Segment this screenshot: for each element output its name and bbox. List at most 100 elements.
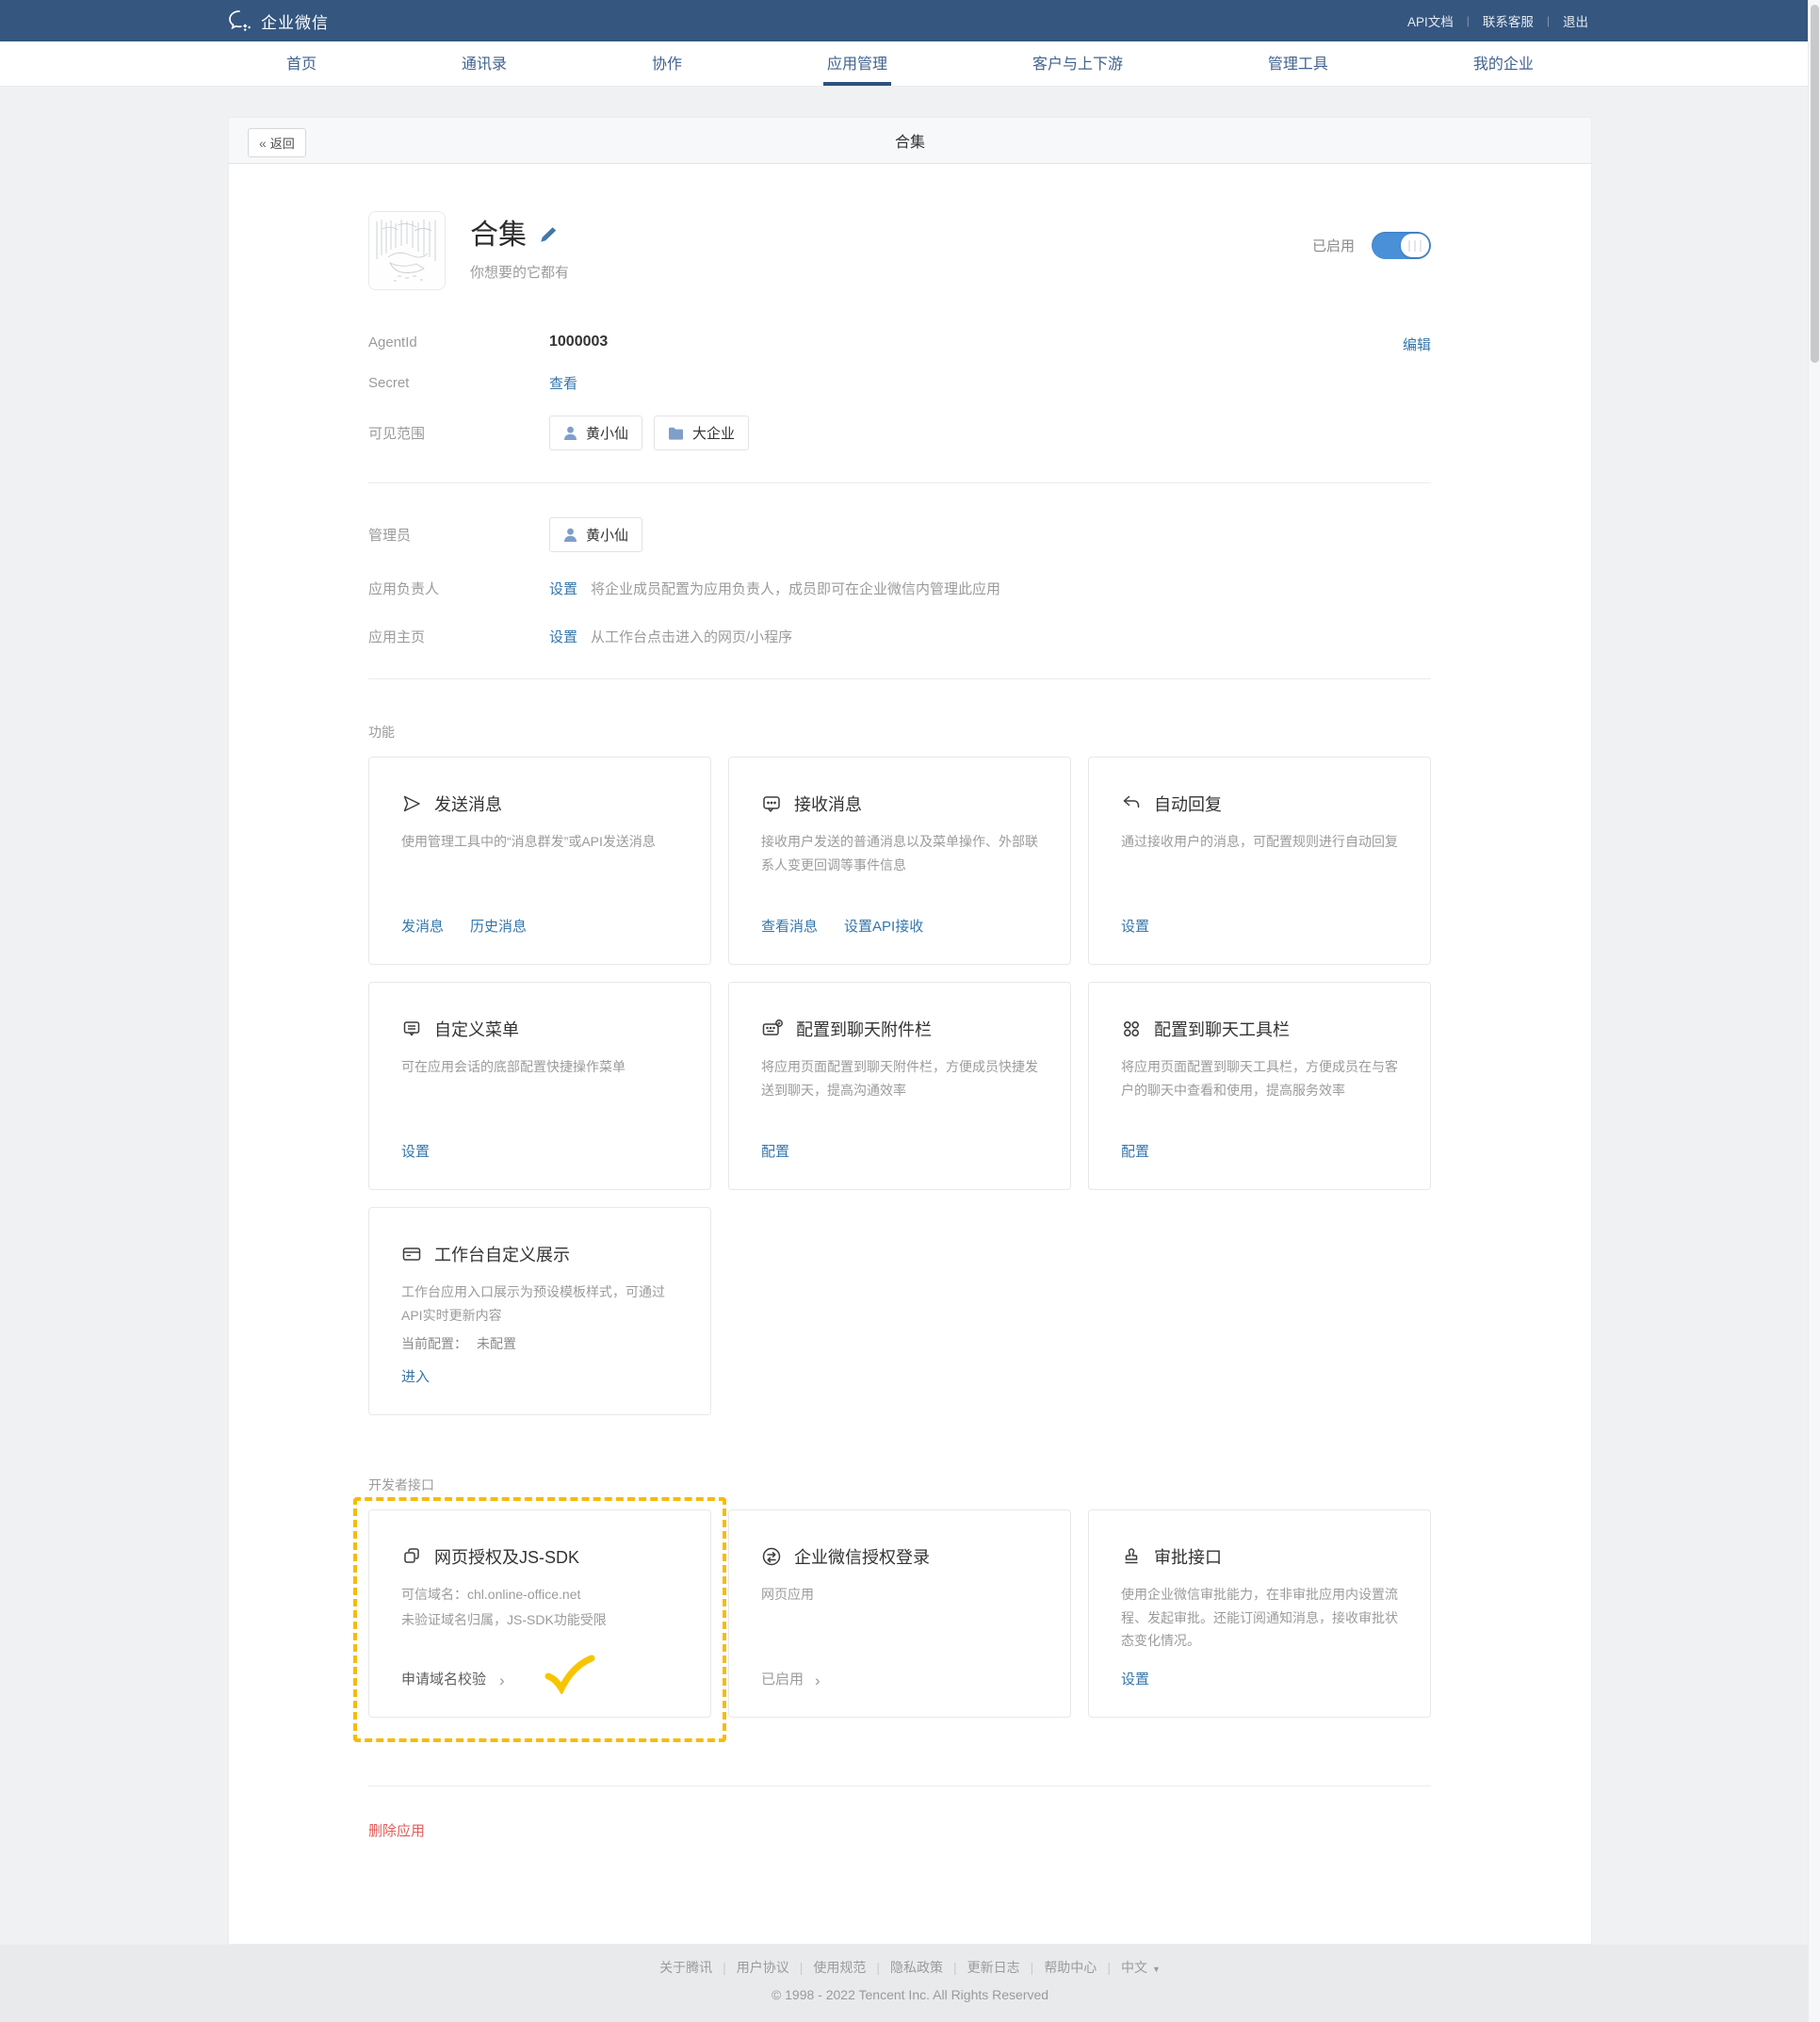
back-button[interactable]: « 返回	[248, 128, 306, 157]
visible-scope-label: 可见范围	[368, 423, 549, 443]
approval-icon	[1121, 1546, 1142, 1567]
view-message-link[interactable]: 查看消息	[761, 916, 818, 936]
dev-card-web-auth-jssdk: 网页授权及JS-SDK 可信域名：chl.online-office.net 未…	[368, 1509, 711, 1718]
logo-text: 企业微信	[261, 9, 329, 33]
send-message-link[interactable]: 发消息	[401, 916, 444, 936]
auth-login-enabled-link[interactable]: 已启用	[761, 1669, 804, 1688]
footer-changelog-link[interactable]: 更新日志	[967, 1958, 1020, 1977]
footer-help-link[interactable]: 帮助中心	[1044, 1958, 1097, 1977]
page-title: 合集	[895, 129, 925, 152]
agentid-label: AgentId	[368, 334, 549, 351]
scope-member-tag[interactable]: 黄小仙	[549, 416, 642, 450]
feature-card-receive-message: 接收消息 接收用户发送的普通消息以及菜单操作、外部联系人变更回调等事件信息 查看…	[728, 757, 1071, 965]
footer-about-link[interactable]: 关于腾讯	[659, 1958, 712, 1977]
admin-label: 管理员	[368, 525, 549, 545]
feature-card-chat-toolbar: 配置到聊天工具栏 将应用页面配置到聊天工具栏，方便成员在与客户的聊天中查看和使用…	[1088, 982, 1431, 1190]
copyright: © 1998 - 2022 Tencent Inc. All Rights Re…	[0, 1987, 1820, 2002]
features-section-label: 功能	[368, 723, 1431, 742]
app-owner-label: 应用负责人	[368, 579, 549, 598]
chat-attachment-config-link[interactable]: 配置	[761, 1141, 789, 1161]
wework-logo: 企业微信	[228, 9, 329, 33]
features-grid: 发送消息 使用管理工具中的“消息群发”或API发送消息 发消息 历史消息 接收消…	[368, 757, 1431, 1415]
feature-card-auto-reply: 自动回复 通过接收用户的消息，可配置规则进行自动回复 设置	[1088, 757, 1431, 965]
app-home-label: 应用主页	[368, 627, 549, 646]
person-icon	[563, 528, 577, 543]
secret-view-link[interactable]: 查看	[549, 373, 577, 393]
secret-label: Secret	[368, 375, 549, 391]
enabled-status-label: 已启用	[1312, 236, 1355, 255]
custom-menu-icon	[401, 1019, 422, 1039]
tab-app-management[interactable]: 应用管理	[823, 41, 891, 86]
footer-rules-link[interactable]: 使用规范	[813, 1958, 866, 1977]
chevron-right-icon: ›	[815, 1672, 821, 1688]
page-header: « 返回 合集	[228, 117, 1592, 164]
workbench-icon	[401, 1244, 422, 1264]
feature-card-send-message: 发送消息 使用管理工具中的“消息群发”或API发送消息 发消息 历史消息	[368, 757, 711, 965]
scrollbar-thumb[interactable]	[1811, 5, 1819, 363]
edit-pencil-icon[interactable]	[539, 225, 560, 244]
folder-icon	[668, 427, 684, 440]
yellow-checkmark-annotation	[544, 1655, 595, 1694]
feature-card-custom-menu: 自定义菜单 可在应用会话的底部配置快捷操作菜单 设置	[368, 982, 711, 1190]
trusted-domain: 可信域名：chl.online-office.net	[401, 1583, 678, 1606]
history-message-link[interactable]: 历史消息	[470, 916, 527, 936]
feature-card-chat-attachment: 配置到聊天附件栏 将应用页面配置到聊天附件栏，方便成员快捷发送到聊天，提高沟通效…	[728, 982, 1071, 1190]
auto-reply-set-link[interactable]: 设置	[1121, 916, 1149, 936]
delete-app-link[interactable]: 删除应用	[368, 1823, 425, 1839]
current-config-status: 当前配置：未配置	[401, 1334, 678, 1353]
main-nav: 首页 通讯录 协作 应用管理 客户与上下游 管理工具 我的企业	[0, 41, 1820, 87]
auto-reply-icon	[1121, 793, 1142, 814]
home-desc: 从工作台点击进入的网页/小程序	[591, 627, 792, 646]
web-auth-icon	[401, 1546, 422, 1567]
divider	[368, 678, 1431, 679]
tab-my-company[interactable]: 我的企业	[1470, 41, 1537, 86]
chat-attachment-icon	[761, 1019, 784, 1039]
approval-set-link[interactable]: 设置	[1121, 1669, 1149, 1688]
apply-domain-verification-link[interactable]: 申请域名校验	[401, 1669, 486, 1688]
footer-privacy-link[interactable]: 隐私政策	[890, 1958, 943, 1977]
contact-support-link[interactable]: 联系客服	[1479, 11, 1537, 30]
developer-section-label: 开发者接口	[368, 1476, 1431, 1494]
app-tagline: 你想要的它都有	[470, 262, 569, 282]
developer-grid: 网页授权及JS-SDK 可信域名：chl.online-office.net 未…	[368, 1509, 1431, 1718]
scope-department-tag[interactable]: 大企业	[654, 416, 749, 450]
toggle-knob	[1401, 234, 1429, 257]
person-icon	[563, 426, 577, 441]
tab-customers[interactable]: 客户与上下游	[1029, 41, 1127, 86]
domain-warning: 未验证域名归属，JS-SDK功能受限	[401, 1608, 678, 1632]
app-enabled-toggle[interactable]	[1372, 232, 1431, 259]
footer: 关于腾讯| 用户协议| 使用规范| 隐私政策| 更新日志| 帮助中心| 中文▼ …	[0, 1945, 1820, 2002]
agentid-value: 1000003	[549, 334, 608, 351]
logout-link[interactable]: 退出	[1559, 11, 1592, 30]
admin-member-tag[interactable]: 黄小仙	[549, 517, 642, 552]
chat-toolbar-config-link[interactable]: 配置	[1121, 1141, 1149, 1161]
back-chevrons-icon: «	[259, 136, 267, 151]
chevron-right-icon: ›	[499, 1672, 505, 1688]
top-bar: 企业微信 API文档 | 联系客服 | 退出	[0, 0, 1820, 41]
app-detail-card: 合集 你想要的它都有 已启用 AgentId	[228, 164, 1592, 1945]
tab-home[interactable]: 首页	[283, 41, 320, 86]
owner-desc: 将企业成员配置为应用负责人，成员即可在企业微信内管理此应用	[591, 579, 1000, 598]
tab-contacts[interactable]: 通讯录	[458, 41, 511, 86]
tab-management-tools[interactable]: 管理工具	[1264, 41, 1332, 86]
workbench-enter-link[interactable]: 进入	[401, 1366, 430, 1386]
web-app-desc: 网页应用	[761, 1583, 1038, 1606]
edit-link[interactable]: 编辑	[1403, 334, 1431, 354]
send-message-icon	[401, 793, 422, 814]
receive-message-icon	[761, 793, 782, 814]
chat-bubble-logo-icon	[228, 9, 252, 32]
page: 企业微信 API文档 | 联系客服 | 退出 首页 通讯录 协作 应用管理 客户…	[0, 0, 1820, 1945]
owner-set-link[interactable]: 设置	[549, 579, 577, 598]
tab-collaboration[interactable]: 协作	[648, 41, 686, 86]
chat-toolbar-icon	[1121, 1019, 1142, 1039]
scrollbar-track[interactable]	[1808, 0, 1820, 2022]
set-api-receive-link[interactable]: 设置API接收	[844, 916, 923, 936]
dev-card-approval-api: 审批接口 使用企业微信审批能力，在非审批应用内设置流程、发起审批。还能订阅通知消…	[1088, 1509, 1431, 1718]
footer-language-select[interactable]: 中文▼	[1121, 1958, 1161, 1977]
auth-login-icon	[761, 1546, 782, 1567]
api-docs-link[interactable]: API文档	[1404, 11, 1457, 30]
footer-agreement-link[interactable]: 用户协议	[737, 1958, 789, 1977]
home-set-link[interactable]: 设置	[549, 627, 577, 646]
custom-menu-set-link[interactable]: 设置	[401, 1141, 430, 1161]
app-name: 合集	[470, 211, 527, 253]
